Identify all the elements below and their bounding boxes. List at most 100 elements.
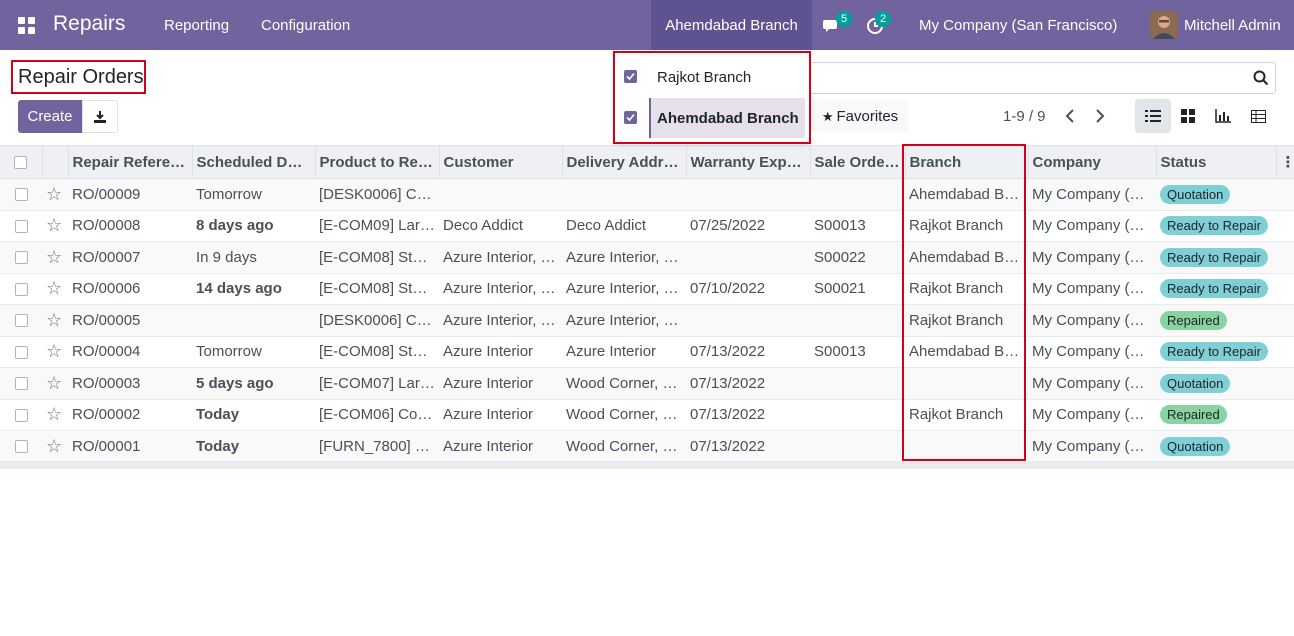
row-checkbox[interactable] [0,336,42,368]
cell-product: [DESK0006] Cu… [315,304,439,337]
status-badge: Ready to Repair [1160,247,1268,267]
status-badge: Quotation [1160,184,1231,204]
table-footer [0,461,1294,469]
download-button[interactable] [82,100,118,133]
cell-customer: Deco Addict [439,210,562,242]
row-checkbox[interactable] [0,210,42,242]
favorite-star-icon[interactable]: ☆ [42,210,68,242]
cell-spacer [1276,304,1294,337]
cell-delivery-address: Wood Corner, … [562,367,686,400]
cell-warranty: 07/13/2022 [686,367,810,400]
column-scheduled-date[interactable]: Scheduled Dat… [191,145,315,179]
row-checkbox[interactable] [0,273,42,305]
column-repair-reference[interactable]: Repair Refere… [67,145,192,179]
cell-status: Quotation [1156,178,1276,211]
pivot-view-icon[interactable] [1240,99,1276,133]
branch-option-label: Rajkot Branch [657,68,752,86]
app-name[interactable]: Repairs [53,12,125,36]
cell-delivery-address: Azure Interior, … [562,304,686,337]
top-navbar: Repairs Reporting Configuration Ahemdaba… [0,0,1294,50]
table-header-row: Repair Refere… Scheduled Dat… Product to… [0,145,1294,179]
create-button[interactable]: Create [18,100,82,133]
cell-product: [E-COM06] Cor… [315,399,439,431]
favorites-button[interactable]: ★ Favorites [812,100,908,133]
apps-menu-icon[interactable] [18,17,35,34]
kanban-view-icon[interactable] [1170,99,1206,133]
company-switcher[interactable]: My Company (San Francisco) [919,17,1117,34]
checkbox-checked-icon[interactable] [624,70,637,83]
cell-spacer [1276,210,1294,242]
column-warranty-expiration[interactable]: Warranty Expi… [685,145,810,179]
table-row[interactable]: ☆ RO/00008 8 days ago [E-COM09] Lar… Deco Ad… [0,210,1294,242]
cell-sale-order [810,178,905,211]
cell-sale-order: S00021 [810,273,905,305]
cell-product: [E-COM08] Sto… [315,241,439,274]
table-row[interactable]: ☆ RO/00003 5 days ago [E-COM07] Lar… Azure I… [0,367,1294,400]
row-checkbox[interactable] [0,241,42,274]
cell-sale-order: S00013 [810,210,905,242]
cell-sale-order [810,430,905,463]
table-row[interactable]: ☆ RO/00001 Today [FURN_7800] … Azure Interio… [0,430,1294,463]
cell-delivery-address: Azure Interior, … [562,241,686,274]
column-status[interactable]: Status [1155,145,1276,179]
favorite-star-icon[interactable]: ☆ [42,241,68,274]
cell-customer: Azure Interior [439,367,562,400]
branch-option-rajkot[interactable]: Rajkot Branch [615,57,809,97]
cell-branch [905,430,1028,463]
search-input[interactable] [810,62,1276,94]
list-view-icon[interactable] [1135,99,1171,133]
cell-company: My Company (… [1028,241,1156,274]
graph-view-icon[interactable] [1205,99,1241,133]
row-checkbox[interactable] [0,399,42,431]
column-customer[interactable]: Customer [438,145,562,179]
row-checkbox[interactable] [0,367,42,400]
status-badge: Quotation [1160,436,1231,456]
branch-switcher-button[interactable]: Ahemdabad Branch [651,0,812,50]
cell-company: My Company (… [1028,399,1156,431]
cell-branch: Rajkot Branch [905,273,1028,305]
branch-option-ahemdabad[interactable]: Ahemdabad Branch [615,98,809,138]
favorite-star-icon[interactable]: ☆ [42,430,68,463]
favorite-star-icon[interactable]: ☆ [42,304,68,337]
favorite-star-icon[interactable]: ☆ [42,178,68,211]
optional-columns-icon[interactable]: ⋮ [1275,145,1294,179]
row-checkbox[interactable] [0,304,42,337]
select-all-checkbox[interactable] [0,145,42,179]
cell-company: My Company (… [1028,336,1156,368]
pager-next-icon[interactable] [1090,106,1110,126]
table-row[interactable]: ☆ RO/00005 [DESK0006] Cu… Azure Interior, …… [0,304,1294,337]
column-sale-order[interactable]: Sale Order… [809,145,905,179]
table-row[interactable]: ☆ RO/00002 Today [E-COM06] Cor… Azure Interi… [0,399,1294,431]
table-row[interactable]: ☆ RO/00007 In 9 days [E-COM08] Sto… Azure In… [0,241,1294,274]
favorite-star-icon[interactable]: ☆ [42,336,68,368]
search-icon[interactable] [1253,70,1269,86]
table-row[interactable]: ☆ RO/00006 14 days ago [E-COM08] Sto… Azure … [0,273,1294,305]
favorite-star-icon[interactable]: ☆ [42,273,68,305]
branch-option-label: Ahemdabad Branch [657,109,799,127]
column-delivery-address[interactable]: Delivery Addr… [561,145,686,179]
cell-warranty [686,178,810,211]
cell-company: My Company (… [1028,430,1156,463]
cell-spacer [1276,273,1294,305]
cell-delivery-address: Deco Addict [562,210,686,242]
column-branch[interactable]: Branch [904,145,1028,179]
user-menu[interactable]: Mitchell Admin [1184,17,1281,34]
user-avatar[interactable] [1150,11,1178,39]
favorite-star-icon[interactable]: ☆ [42,367,68,400]
pager-previous-icon[interactable] [1060,106,1080,126]
menu-reporting[interactable]: Reporting [164,17,229,34]
cell-branch: Ahemdabad Br… [905,178,1028,211]
cell-warranty: 07/13/2022 [686,430,810,463]
row-checkbox[interactable] [0,178,42,211]
column-company[interactable]: Company [1027,145,1156,179]
checkbox-checked-icon[interactable] [624,111,637,124]
table-row[interactable]: ☆ RO/00009 Tomorrow [DESK0006] Cu… Ahemdabad… [0,178,1294,211]
status-badge: Ready to Repair [1160,216,1268,236]
table-row[interactable]: ☆ RO/00004 Tomorrow [E-COM08] Sto… Azure Int… [0,336,1294,368]
favorite-star-icon[interactable]: ☆ [42,399,68,431]
row-checkbox[interactable] [0,430,42,463]
column-product-to-repair[interactable]: Product to Re… [314,145,439,179]
pager-value[interactable]: 1-9 / 9 [1003,108,1046,125]
cell-reference: RO/00007 [68,241,192,274]
menu-configuration[interactable]: Configuration [261,17,350,34]
